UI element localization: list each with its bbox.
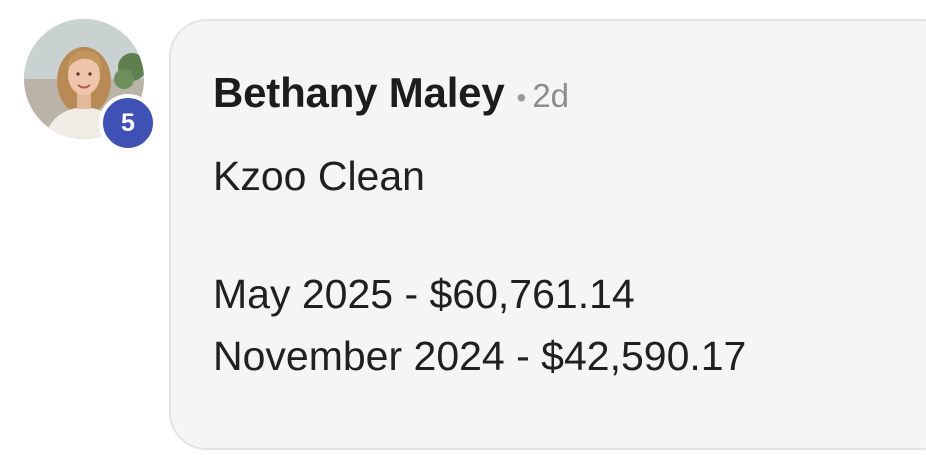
- separator-dot: •: [516, 82, 527, 113]
- comment-text-line: Kzoo Clean: [213, 153, 425, 199]
- comment-item: 5 Bethany Maley • 2d Kzoo Clean May 2025…: [0, 0, 926, 455]
- comment-bubble: Bethany Maley • 2d Kzoo Clean May 2025 -…: [169, 19, 926, 450]
- author-name[interactable]: Bethany Maley: [213, 69, 505, 117]
- avatar-container[interactable]: 5: [24, 19, 157, 152]
- comment-text-line: November 2024 - $42,590.17: [213, 333, 747, 379]
- comment-text-line: May 2025 - $60,761.14: [213, 271, 635, 317]
- timestamp[interactable]: 2d: [532, 77, 569, 115]
- comment-header: Bethany Maley • 2d: [213, 69, 569, 117]
- notification-badge: 5: [99, 94, 157, 152]
- comment-body: Kzoo Clean May 2025 - $60,761.14 Novembe…: [213, 145, 746, 387]
